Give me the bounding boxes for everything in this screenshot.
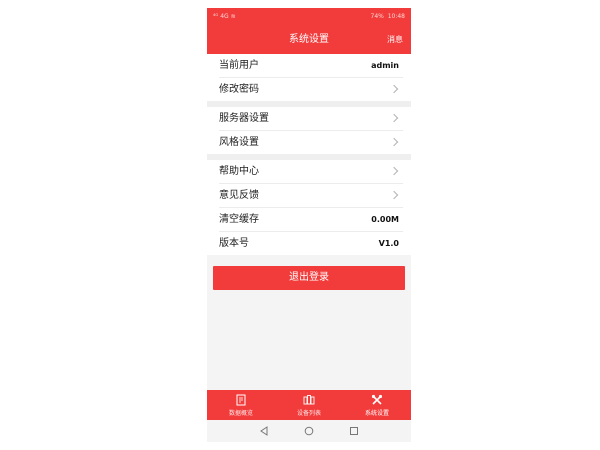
tools-icon [371,394,383,405]
current-user-row: 当前用户 admin [219,54,403,78]
tab-data-overview[interactable]: 数据概览 [207,390,275,420]
chevron-right-icon [389,190,399,200]
page-title: 系统设置 [289,34,329,45]
cache-size-value: 0.00M [371,215,399,224]
change-password-row[interactable]: 修改密码 [219,78,403,101]
feedback-row[interactable]: 意见反馈 [219,184,403,208]
current-user-label: 当前用户 [219,60,259,71]
device-list-icon [303,395,315,405]
title-bar: 系统设置 消息 [207,26,411,54]
status-right: 74% 10:48 [371,8,405,26]
chevron-right-icon [389,137,399,147]
tab-system-settings[interactable]: 系统设置 [343,390,411,420]
chevron-right-icon [389,113,399,123]
logout-button[interactable]: 退出登录 [213,266,405,290]
server-settings-label: 服务器设置 [219,113,269,124]
bottom-tab-bar: 数据概览 设备列表 系统设置 [207,390,411,420]
help-center-label: 帮助中心 [219,166,259,177]
tab-label: 系统设置 [364,410,389,417]
message-button[interactable]: 消息 [387,26,403,54]
current-user-value: admin [371,61,399,70]
home-icon[interactable] [304,426,314,436]
settings-group-support: 帮助中心 意见反馈 清空缓存 0.00M 版本号 V1.0 [207,160,411,255]
clock-time: 10:48 [387,13,405,20]
back-icon[interactable] [259,426,269,436]
change-password-label: 修改密码 [219,84,259,95]
version-row: 版本号 V1.0 [219,232,403,255]
system-navigation-bar [207,420,411,442]
settings-group-account: 当前用户 admin 修改密码 [207,54,411,101]
style-settings-label: 风格设置 [219,137,259,148]
clear-cache-row[interactable]: 清空缓存 0.00M [219,208,403,232]
server-settings-row[interactable]: 服务器设置 [219,107,403,131]
settings-group-config: 服务器设置 风格设置 [207,107,411,154]
settings-list: 当前用户 admin 修改密码 服务器设置 风格设置 帮助中心 意见反馈 清空缓… [207,54,411,255]
recent-apps-icon[interactable] [349,426,359,436]
help-center-row[interactable]: 帮助中心 [219,160,403,184]
chevron-right-icon [389,166,399,176]
style-settings-row[interactable]: 风格设置 [219,131,403,154]
battery-percent: 74% [370,13,384,20]
tab-label: 数据概览 [228,410,253,417]
status-bar: ⁴ᴳ 4G ≋ 74% 10:48 [207,8,411,26]
version-label: 版本号 [219,238,249,249]
clear-cache-label: 清空缓存 [219,214,259,225]
feedback-label: 意见反馈 [219,190,259,201]
version-value: V1.0 [378,239,399,248]
tab-device-list[interactable]: 设备列表 [275,390,343,420]
chevron-right-icon [389,84,399,94]
phone-screen: ⁴ᴳ 4G ≋ 74% 10:48 系统设置 消息 当前用户 admin 修改密… [207,8,411,442]
signal-wifi-indicator: ⁴ᴳ 4G ≋ [213,13,236,20]
tab-label: 设备列表 [296,410,321,417]
document-chart-icon [236,394,246,406]
